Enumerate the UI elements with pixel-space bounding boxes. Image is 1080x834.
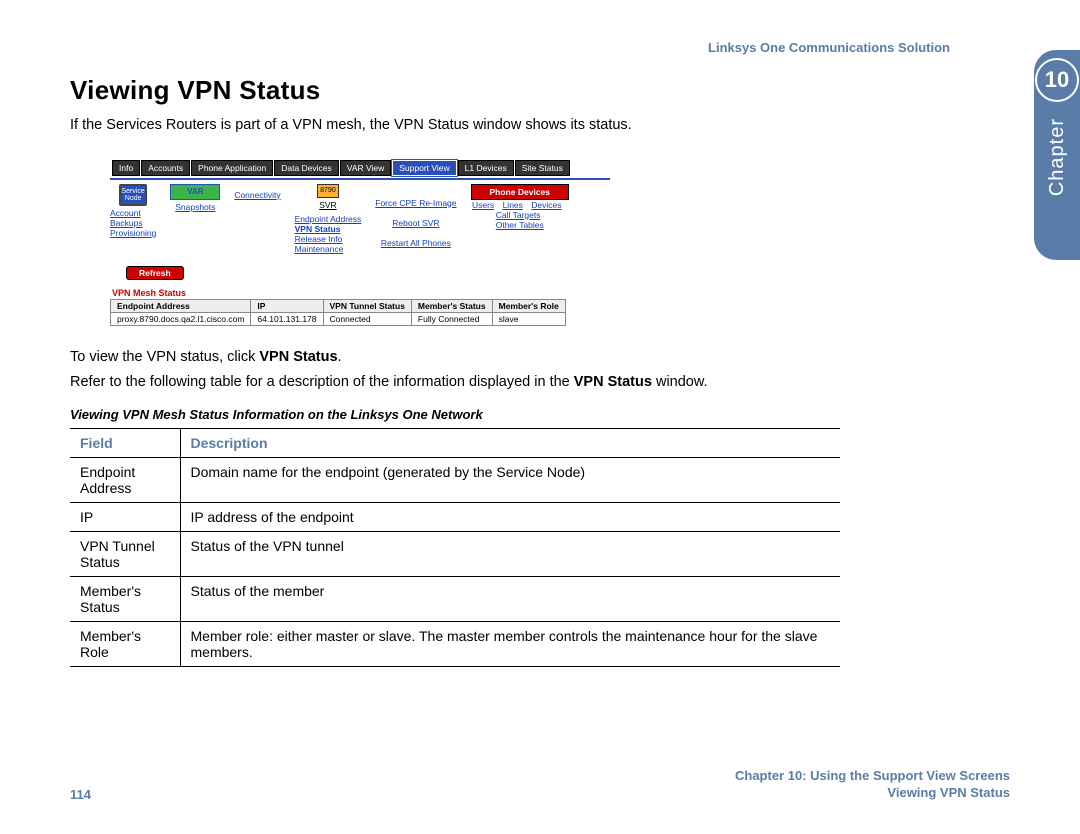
desc-tbody: Endpoint AddressDomain name for the endp… xyxy=(70,457,840,666)
service-node-icon: Service Node xyxy=(119,184,147,206)
ss-phone-links: Call TargetsOther Tables xyxy=(496,210,544,230)
description-cell: Status of the VPN tunnel xyxy=(180,531,840,576)
ss-link-release-info[interactable]: Release Info xyxy=(295,234,343,244)
ss-tab-accounts[interactable]: Accounts xyxy=(141,160,190,176)
connectivity-link[interactable]: Connectivity xyxy=(234,190,280,200)
instruction-1: To view the VPN status, click VPN Status… xyxy=(70,348,950,368)
ss-link-provisioning[interactable]: Provisioning xyxy=(110,228,156,238)
mesh-status-table: Endpoint AddressIPVPN Tunnel StatusMembe… xyxy=(110,299,566,326)
ss-link-force-cpe-re-image[interactable]: Force CPE Re-Image xyxy=(375,198,456,208)
ss-tab-site-status[interactable]: Site Status xyxy=(515,160,570,176)
ss-link-call-targets[interactable]: Call Targets xyxy=(496,210,541,220)
table-row: Member's RoleMember role: either master … xyxy=(70,621,840,666)
ss-link-backups[interactable]: Backups xyxy=(110,218,143,228)
description-cell: IP address of the endpoint xyxy=(180,502,840,531)
ss-link-account[interactable]: Account xyxy=(110,208,141,218)
ss-tab-info[interactable]: Info xyxy=(112,160,140,176)
phone-top-links: Users Lines Devices xyxy=(472,200,568,210)
field-description-table: Field Description Endpoint AddressDomain… xyxy=(70,428,840,667)
mesh-status-title: VPN Mesh Status xyxy=(112,288,610,298)
footer-chapter: Chapter 10: Using the Support View Scree… xyxy=(735,768,1010,785)
footer-section: Viewing VPN Status xyxy=(735,785,1010,802)
ss-link-users[interactable]: Users xyxy=(472,200,494,210)
ss-tab-data-devices[interactable]: Data Devices xyxy=(274,160,339,176)
site-sub: SVR xyxy=(319,200,336,210)
field-cell: Member's Role xyxy=(70,621,180,666)
ss-link-snapshots[interactable]: Snapshots xyxy=(175,202,215,212)
ss-tab-var-view[interactable]: VAR View xyxy=(340,160,391,176)
th-field: Field xyxy=(70,428,180,457)
table-row: IPIP address of the endpoint xyxy=(70,502,840,531)
description-cell: Member role: either master or slave. The… xyxy=(180,621,840,666)
ss-link-other-tables[interactable]: Other Tables xyxy=(496,220,544,230)
page-footer: 114 Chapter 10: Using the Support View S… xyxy=(70,768,1010,802)
ss-tab-l1-devices[interactable]: L1 Devices xyxy=(458,160,514,176)
instruction-2: Refer to the following table for a descr… xyxy=(70,373,950,393)
ss-ops-links: Force CPE Re-Image Reboot SVR Restart All … xyxy=(375,198,456,258)
ss-phone-col: Phone Devices Users Lines Devices Call T… xyxy=(471,184,569,230)
ss-link-maintenance[interactable]: Maintenance xyxy=(295,244,344,254)
chapter-number-badge: 10 xyxy=(1035,58,1079,102)
th-description: Description xyxy=(180,428,840,457)
ss-tab-bar: InfoAccountsPhone ApplicationData Device… xyxy=(110,158,610,178)
ss-site-col: 8790 SVR Endpoint AddressVPN StatusRelea… xyxy=(295,184,362,254)
field-cell: IP xyxy=(70,502,180,531)
ss-connectivity: Connectivity xyxy=(234,190,280,200)
mesh-data-row: proxy.8790.docs.qa2.l1.cisco.com64.101.1… xyxy=(111,312,566,325)
field-cell: Member's Status xyxy=(70,576,180,621)
ss-var-col: VAR Snapshots xyxy=(170,184,220,212)
table-row: Endpoint AddressDomain name for the endp… xyxy=(70,457,840,502)
site-icon: 8790 xyxy=(317,184,339,198)
mesh-header-row: Endpoint AddressIPVPN Tunnel StatusMembe… xyxy=(111,299,566,312)
ss-link-reboot-svr[interactable]: Reboot SVR xyxy=(392,218,439,228)
product-header: Linksys One Communications Solution xyxy=(70,40,950,55)
ss-link-devices[interactable]: Devices xyxy=(531,200,561,210)
ss-link-vpn-status[interactable]: VPN Status xyxy=(295,224,341,234)
vpn-status-screenshot: InfoAccountsPhone ApplicationData Device… xyxy=(110,158,610,326)
ss-var-links: Snapshots xyxy=(175,202,215,212)
ss-link-endpoint-address[interactable]: Endpoint Address xyxy=(295,214,362,224)
table-row: Member's StatusStatus of the member xyxy=(70,576,840,621)
description-cell: Domain name for the endpoint (generated … xyxy=(180,457,840,502)
ss-tab-support-view[interactable]: Support View xyxy=(392,160,456,176)
chapter-label: Chapter xyxy=(1046,118,1069,196)
ss-link-lines[interactable]: Lines xyxy=(503,200,523,210)
page-number: 114 xyxy=(70,787,91,802)
table-caption: Viewing VPN Mesh Status Information on t… xyxy=(70,407,950,422)
ss-link-restart-all-phones[interactable]: Restart All Phones xyxy=(381,238,451,248)
section-title: Viewing VPN Status xyxy=(70,75,950,106)
ss-tab-phone-application[interactable]: Phone Application xyxy=(191,160,273,176)
refresh-button[interactable]: Refresh xyxy=(126,266,184,280)
ss-site-links: Endpoint AddressVPN StatusRelease InfoMa… xyxy=(295,214,362,254)
chapter-side-tab: 10 Chapter xyxy=(1034,50,1080,260)
ss-service-links: AccountBackupsProvisioning xyxy=(110,208,156,238)
var-icon: VAR xyxy=(170,184,220,200)
field-cell: Endpoint Address xyxy=(70,457,180,502)
intro-text: If the Services Routers is part of a VPN… xyxy=(70,116,950,136)
phone-devices-header: Phone Devices xyxy=(471,184,569,200)
ss-service-node-col: Service Node AccountBackupsProvisioning xyxy=(110,184,156,238)
table-row: VPN Tunnel StatusStatus of the VPN tunne… xyxy=(70,531,840,576)
description-cell: Status of the member xyxy=(180,576,840,621)
field-cell: VPN Tunnel Status xyxy=(70,531,180,576)
